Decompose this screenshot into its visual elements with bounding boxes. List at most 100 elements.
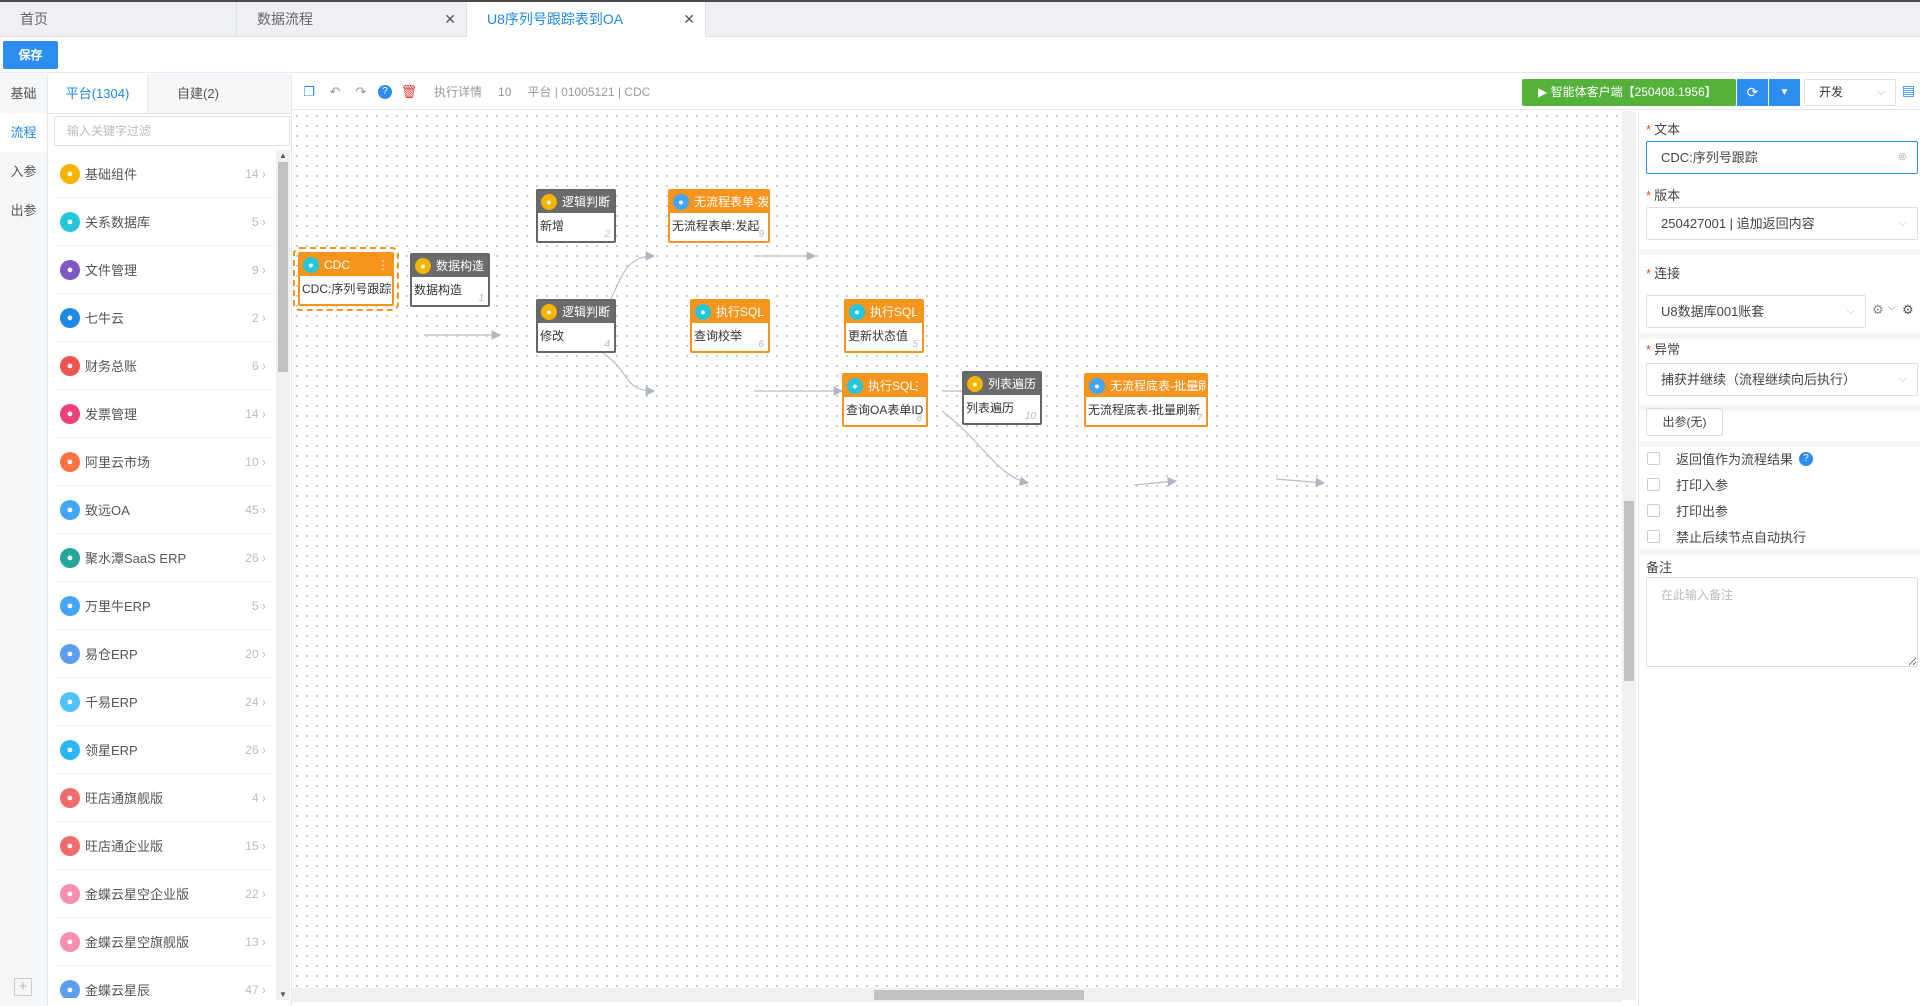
section-divider: [1639, 249, 1920, 255]
more-vertical-icon[interactable]: ⋮: [599, 301, 611, 323]
copy-icon[interactable]: ❐: [300, 83, 318, 101]
chevron-down-icon[interactable]: ▼: [1769, 79, 1800, 106]
tab-custom[interactable]: 自建(2): [148, 74, 248, 113]
exec-detail-link[interactable]: 执行详情: [434, 83, 482, 100]
flow-node[interactable]: ●无流程底表-批量刷新⋮ 无流程底表-批量刷新7: [1084, 373, 1208, 427]
result-checkbox[interactable]: [1647, 452, 1660, 465]
palette-item[interactable]: ● 文件管理 9 ›: [54, 246, 274, 294]
print-input-checkbox[interactable]: [1647, 478, 1660, 491]
palette-scroll-thumb[interactable]: [278, 162, 288, 372]
more-vertical-icon[interactable]: ⋮: [911, 375, 923, 397]
tab-data-flow[interactable]: 数据流程 ✕: [237, 2, 467, 37]
more-vertical-icon[interactable]: ⋮: [377, 254, 389, 276]
help-icon[interactable]: ?: [1799, 451, 1814, 466]
print-output-checkbox-row[interactable]: 打印出参: [1647, 501, 1728, 520]
save-button[interactable]: 保存: [3, 41, 58, 69]
disable-auto-checkbox[interactable]: [1647, 530, 1660, 543]
flow-node[interactable]: ● 执行SQL ⋮ 查询OA表单ID 8: [842, 373, 928, 427]
palette-item-count: 26 ›: [245, 550, 266, 565]
node-header: ● 逻辑判断 ⋮: [538, 191, 614, 213]
result-checkbox-row[interactable]: 返回值作为流程结果?: [1647, 449, 1814, 468]
flow-node[interactable]: ● 执行SQL ⋮ 查询校举 6: [690, 299, 770, 353]
palette-item[interactable]: ● 旺店通企业版 15 ›: [54, 822, 274, 870]
palette-item[interactable]: ● 金蝶云星辰 47 ›: [54, 966, 274, 998]
palette-item[interactable]: ● 金蝶云星空企业版 22 ›: [54, 870, 274, 918]
more-vertical-icon[interactable]: ⋮: [753, 301, 765, 323]
palette-item[interactable]: ● 领星ERP 26 ›: [54, 726, 274, 774]
refresh-icon[interactable]: ⟳: [1737, 79, 1768, 106]
clear-icon[interactable]: ⊗: [1898, 142, 1907, 173]
palette-item-count: 5 ›: [251, 214, 266, 229]
tab-home[interactable]: 首页: [0, 2, 237, 37]
help-icon[interactable]: ?: [378, 84, 392, 99]
tab-u8-serial[interactable]: U8序列号跟踪表到OA ✕: [467, 2, 706, 37]
flow-node[interactable]: ●无流程表单-发起⋮ 无流程表单:发起9: [668, 189, 770, 243]
clipboard-icon[interactable]: ▤: [1902, 82, 1916, 100]
palette-item[interactable]: ● 发票管理 14 ›: [54, 390, 274, 438]
print-output-checkbox[interactable]: [1647, 504, 1660, 517]
filter-input[interactable]: [54, 116, 290, 146]
chevron-down-icon[interactable]: ⌵: [1888, 302, 1896, 313]
scroll-down-icon[interactable]: ▼: [279, 990, 287, 999]
exception-select[interactable]: 捕获并继续（流程继续向后执行） ⌵: [1646, 363, 1918, 396]
output-params-button[interactable]: 出参(无): [1646, 408, 1723, 436]
exec-count: 10: [498, 84, 512, 99]
more-vertical-icon[interactable]: ⋮: [1025, 373, 1037, 395]
flow-node[interactable]: ● 数据构造 ⋮ 数据构造 1: [410, 253, 490, 307]
vtab-output[interactable]: 出参: [0, 191, 47, 230]
flow-node[interactable]: ● 列表遍历 ⋮ 列表遍历 10: [962, 371, 1042, 425]
tab-platform[interactable]: 平台(1304): [48, 74, 148, 113]
connection-select[interactable]: U8数据库001账套 ⌵: [1646, 295, 1866, 328]
palette-item[interactable]: ● 财务总账 6 ›: [54, 342, 274, 390]
exception-label: * 异常: [1646, 342, 1681, 357]
more-vertical-icon[interactable]: ⋮: [753, 191, 765, 213]
palette-item[interactable]: ● 金蝶云星空旗舰版 13 ›: [54, 918, 274, 966]
vtab-flow[interactable]: 流程: [0, 113, 47, 152]
palette-item[interactable]: ● 聚水潭SaaS ERP 26 ›: [54, 534, 274, 582]
settings-icon[interactable]: ⚙: [1872, 302, 1884, 318]
canvas-horizontal-scrollbar[interactable]: [292, 988, 1622, 1002]
add-icon[interactable]: +: [14, 978, 32, 996]
env-select[interactable]: 开发 ⌵: [1804, 79, 1896, 106]
canvas-vertical-scrollbar[interactable]: [1622, 111, 1636, 1000]
text-input-value: CDC:序列号跟踪: [1661, 150, 1758, 165]
redo-icon[interactable]: ↷: [352, 83, 370, 101]
more-vertical-icon[interactable]: ⋮: [599, 191, 611, 213]
flow-node[interactable]: ● CDC ⋮ CDC:序列号跟踪: [293, 247, 399, 311]
gear-icon[interactable]: ⚙: [1902, 302, 1914, 318]
palette-item[interactable]: ● 致远OA 45 ›: [54, 486, 274, 534]
flow-node[interactable]: ● 执行SQL ⋮ 更新状态值 5: [844, 299, 924, 353]
remark-textarea[interactable]: [1646, 577, 1918, 667]
undo-icon[interactable]: ↶: [326, 83, 344, 101]
close-icon[interactable]: ✕: [444, 2, 456, 37]
text-input[interactable]: CDC:序列号跟踪 ⊗: [1646, 141, 1918, 174]
vtab-input[interactable]: 入参: [0, 152, 47, 191]
palette-item[interactable]: ● 千易ERP 24 ›: [54, 678, 274, 726]
disable-auto-checkbox-row[interactable]: 禁止后续节点自动执行: [1647, 527, 1806, 546]
palette-item[interactable]: ● 万里牛ERP 5 ›: [54, 582, 274, 630]
palette-scrollbar[interactable]: ▲ ▼: [276, 150, 290, 1000]
canvas-vscroll-thumb[interactable]: [1624, 501, 1634, 681]
canvas-hscroll-thumb[interactable]: [874, 990, 1084, 1000]
flow-node[interactable]: ● 逻辑判断 ⋮ 修改 4: [536, 299, 616, 353]
section-divider: [1639, 441, 1920, 447]
more-vertical-icon[interactable]: ⋮: [907, 301, 919, 323]
edge-loop-refresh: [1275, 477, 1326, 488]
run-client-button[interactable]: ▶ 智能体客户端【250408.1956】: [1522, 79, 1736, 106]
palette-item[interactable]: ● 阿里云市场 10 ›: [54, 438, 274, 486]
palette-item[interactable]: ● 易仓ERP 20 ›: [54, 630, 274, 678]
scroll-up-icon[interactable]: ▲: [279, 151, 287, 160]
version-select[interactable]: 250427001 | 追加返回内容 ⌵: [1646, 207, 1918, 240]
palette-item[interactable]: ● 基础组件 14 ›: [54, 150, 274, 198]
palette-item[interactable]: ● 旺店通旗舰版 4 ›: [54, 774, 274, 822]
palette-item[interactable]: ● 关系数据库 5 ›: [54, 198, 274, 246]
delete-icon[interactable]: 🗑: [400, 83, 418, 101]
flow-node[interactable]: ● 逻辑判断 ⋮ 新增 2: [536, 189, 616, 243]
vtab-basic[interactable]: 基础: [0, 74, 47, 113]
more-vertical-icon[interactable]: ⋮: [473, 255, 485, 277]
print-input-checkbox-row[interactable]: 打印入参: [1647, 475, 1728, 494]
flow-canvas[interactable]: ● CDC ⋮ CDC:序列号跟踪 ● 数据构造 ⋮ 数据构造 1 ● 逻辑判断 ⋮ 新增 2 ● 无流程表单…: [292, 111, 1620, 1000]
close-icon[interactable]: ✕: [683, 2, 695, 37]
palette-item[interactable]: ● 七牛云 2 ›: [54, 294, 274, 342]
more-vertical-icon[interactable]: ⋮: [1191, 375, 1203, 397]
